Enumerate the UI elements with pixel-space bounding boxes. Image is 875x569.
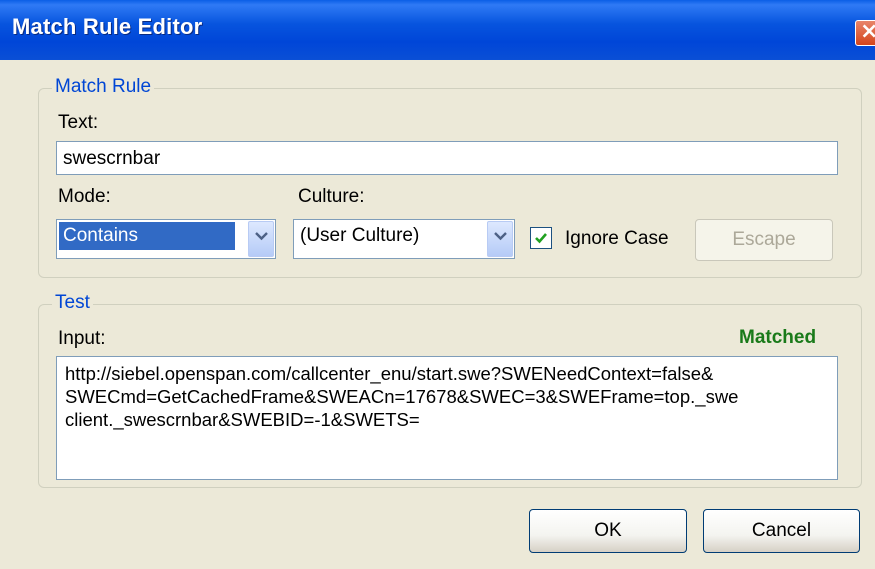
- cancel-button[interactable]: Cancel: [703, 509, 860, 553]
- mode-dropdown-arrow[interactable]: [248, 221, 274, 257]
- close-icon: ×: [860, 19, 875, 44]
- culture-dropdown-arrow[interactable]: [487, 221, 513, 257]
- text-field-value: swescrnbar: [63, 148, 161, 169]
- mode-label: Mode:: [58, 186, 111, 207]
- title-bar[interactable]: Match Rule Editor ×: [0, 0, 875, 60]
- match-status: Matched: [739, 327, 817, 348]
- window-title: Match Rule Editor: [12, 14, 203, 39]
- close-button[interactable]: ×: [855, 19, 875, 46]
- text-field[interactable]: swescrnbar: [56, 141, 838, 175]
- match-rule-legend: Match Rule: [52, 76, 155, 98]
- mode-dropdown[interactable]: Contains: [56, 219, 276, 259]
- test-input-textarea[interactable]: http://siebel.openspan.com/callcenter_en…: [56, 356, 838, 480]
- culture-label: Culture:: [298, 186, 365, 207]
- checkmark-icon: [535, 233, 547, 244]
- text-label: Text:: [58, 112, 99, 133]
- culture-dropdown[interactable]: (User Culture): [293, 219, 515, 259]
- ok-button[interactable]: OK: [529, 509, 687, 553]
- ignore-case-label: Ignore Case: [565, 228, 669, 249]
- mode-dropdown-value: Contains: [59, 222, 235, 250]
- escape-button[interactable]: Escape: [695, 219, 833, 261]
- input-label: Input:: [58, 328, 106, 349]
- escape-button-label: Escape: [732, 229, 796, 250]
- test-legend: Test: [52, 292, 93, 314]
- ok-button-label: OK: [594, 520, 622, 541]
- culture-dropdown-value: (User Culture): [300, 225, 420, 246]
- ignore-case-checkbox[interactable]: [530, 227, 552, 249]
- chevron-down-icon: [255, 232, 268, 241]
- match-rule-editor-window: Match Rule Editor × Match Rule Text: swe…: [0, 0, 875, 569]
- cancel-button-label: Cancel: [751, 520, 812, 541]
- chevron-down-icon: [494, 232, 507, 241]
